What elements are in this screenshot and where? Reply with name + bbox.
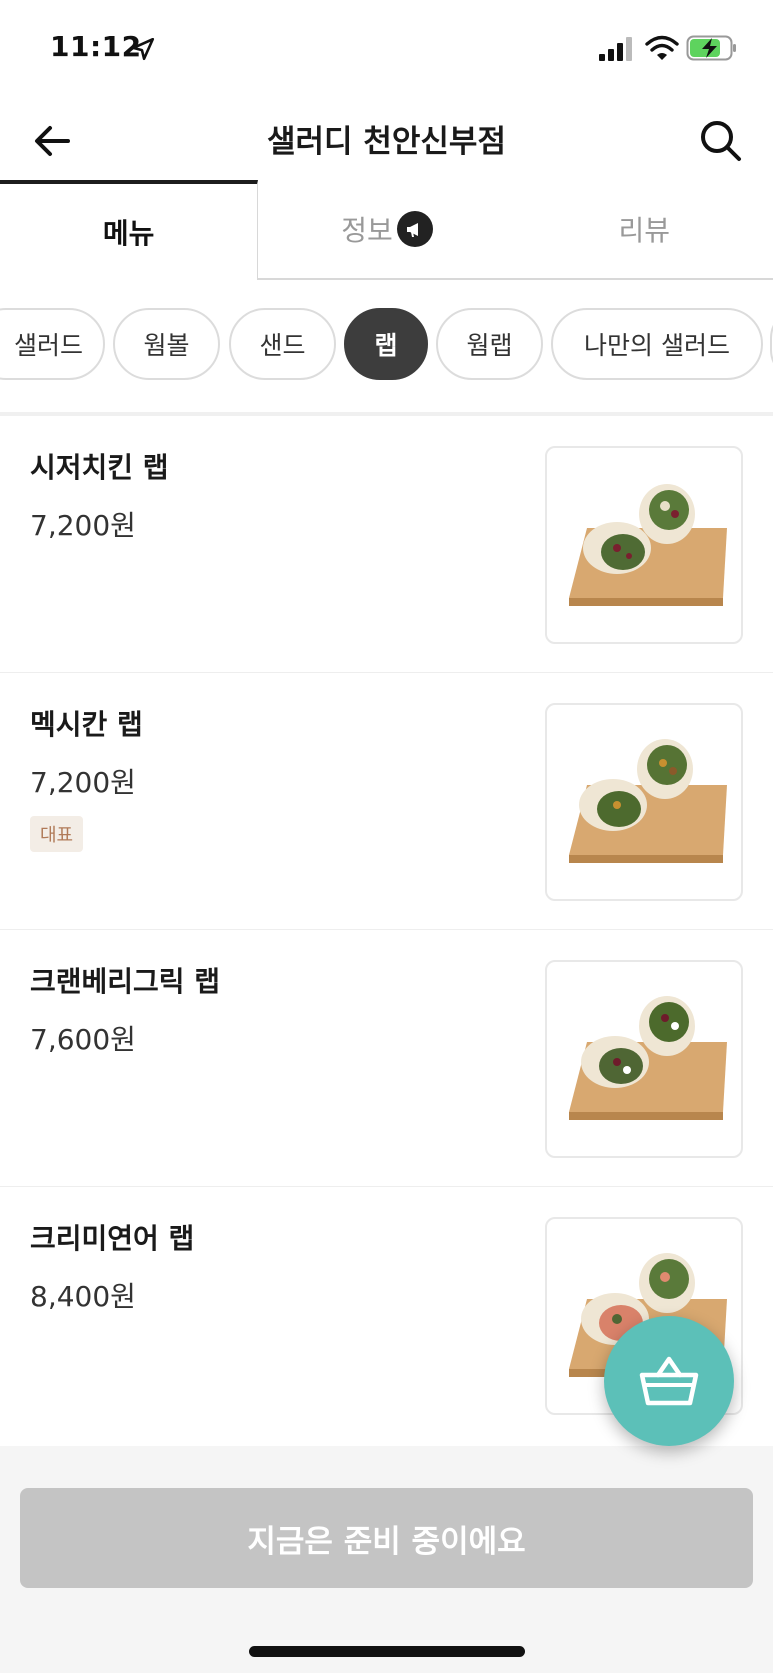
chip-label: 샐러드 xyxy=(13,331,83,360)
order-unavailable-button[interactable]: 지금은 준비 중이에요 xyxy=(20,1488,753,1588)
item-price: 7,600원 xyxy=(30,1023,136,1056)
wifi-icon xyxy=(645,35,679,60)
item-name: 멕시칸 랩 xyxy=(30,708,143,741)
menu-item[interactable]: 크랜베리그릭 랩 7,600원 xyxy=(0,930,773,1187)
cart-button[interactable] xyxy=(604,1316,734,1446)
home-indicator xyxy=(249,1646,525,1657)
signal-icon xyxy=(599,37,632,61)
item-photo xyxy=(545,703,743,901)
tab-label: 정보 xyxy=(341,214,393,247)
chip-custom-salad[interactable]: 나만의 샐러드 xyxy=(551,308,763,380)
item-photo xyxy=(545,446,743,644)
tab-reviews[interactable]: 리뷰 xyxy=(515,180,773,280)
chip-label: 웜볼 xyxy=(143,331,190,360)
shopping-basket-icon xyxy=(639,1356,699,1406)
signature-badge: 대표 xyxy=(30,816,84,852)
chip-label: 나만의 샐러드 xyxy=(584,331,730,360)
chip-salad[interactable]: 샐러드 xyxy=(0,308,105,380)
menu-item[interactable]: 멕시칸 랩 7,200원 대표 xyxy=(0,673,773,930)
item-price: 7,200원 xyxy=(30,509,136,542)
bottom-bar: 지금은 준비 중이에요 xyxy=(0,1446,773,1673)
menu-item[interactable]: 시저치킨 랩 7,200원 xyxy=(0,416,773,673)
search-icon[interactable] xyxy=(696,116,744,164)
status-bar: 11:12 xyxy=(0,0,773,100)
page-title: 샐러디 천안신부점 xyxy=(267,124,506,160)
megaphone-icon xyxy=(396,211,433,247)
tab-bar: 메뉴 정보 리뷰 xyxy=(0,180,773,280)
category-chips: 샐러드 웜볼 샌드 랩 웜랩 나만의 샐러드 xyxy=(0,308,773,380)
location-arrow-icon xyxy=(131,37,155,61)
item-name: 시저치킨 랩 xyxy=(30,451,169,484)
tab-info[interactable]: 정보 xyxy=(258,180,516,280)
tab-label: 메뉴 xyxy=(102,217,155,250)
chip-sandwich[interactable]: 샌드 xyxy=(229,308,336,380)
battery-charging-icon xyxy=(686,35,736,61)
tab-menu[interactable]: 메뉴 xyxy=(0,180,259,280)
item-name: 크리미연어 랩 xyxy=(30,1222,195,1255)
header: 샐러디 천안신부점 xyxy=(0,100,773,180)
item-name: 크랜베리그릭 랩 xyxy=(30,965,221,998)
chip-warm-wrap[interactable]: 웜랩 xyxy=(436,308,543,380)
status-time: 11:12 xyxy=(50,30,142,63)
item-price: 8,400원 xyxy=(30,1280,136,1313)
tab-label: 리뷰 xyxy=(618,214,671,247)
chip-wrap[interactable]: 랩 xyxy=(344,308,428,380)
chip-label: 웜랩 xyxy=(466,331,513,360)
chip-label: 랩 xyxy=(374,331,398,360)
chip-warm-bowl[interactable]: 웜볼 xyxy=(113,308,220,380)
item-photo xyxy=(545,960,743,1158)
item-price: 7,200원 xyxy=(30,766,136,799)
chip-label: 샌드 xyxy=(259,331,306,360)
